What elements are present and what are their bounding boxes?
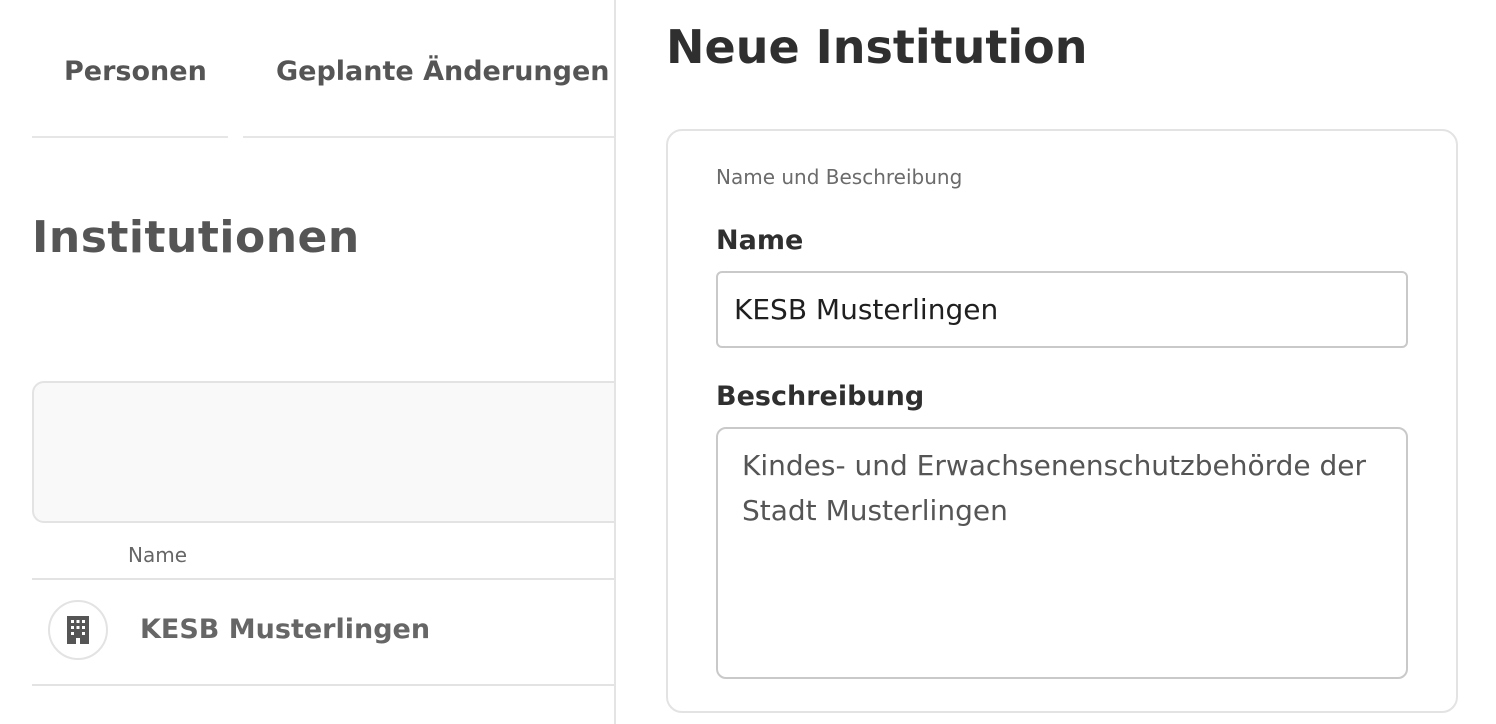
building-icon [48,600,108,660]
tab-personen[interactable]: Personen [64,56,207,87]
app-window: Personen Geplante Änderungen Institution… [0,0,1496,724]
description-label: Beschreibung [716,381,925,412]
filter-panel [32,381,652,523]
name-label: Name [716,225,804,256]
institutions-page: Personen Geplante Änderungen Institution… [0,0,652,724]
description-textarea[interactable]: Kindes- und Erwachsenenschutzbehörde der… [716,427,1408,679]
new-institution-drawer: Neue Institution Name und Beschreibung N… [614,0,1496,724]
institution-name[interactable]: KESB Musterlingen [140,614,430,645]
drawer-title: Neue Institution [666,20,1088,74]
form-card: Name und Beschreibung Name Beschreibung … [666,129,1458,713]
tab-underline [243,136,614,138]
column-header-name[interactable]: Name [128,543,187,567]
name-input[interactable] [716,271,1408,348]
section-label: Name und Beschreibung [716,165,963,189]
tab-geplante-aenderungen[interactable]: Geplante Änderungen [276,56,610,87]
table-divider [32,684,614,686]
building-icon-glyph [67,616,89,644]
page-title: Institutionen [32,212,360,263]
tab-underline [32,136,228,138]
